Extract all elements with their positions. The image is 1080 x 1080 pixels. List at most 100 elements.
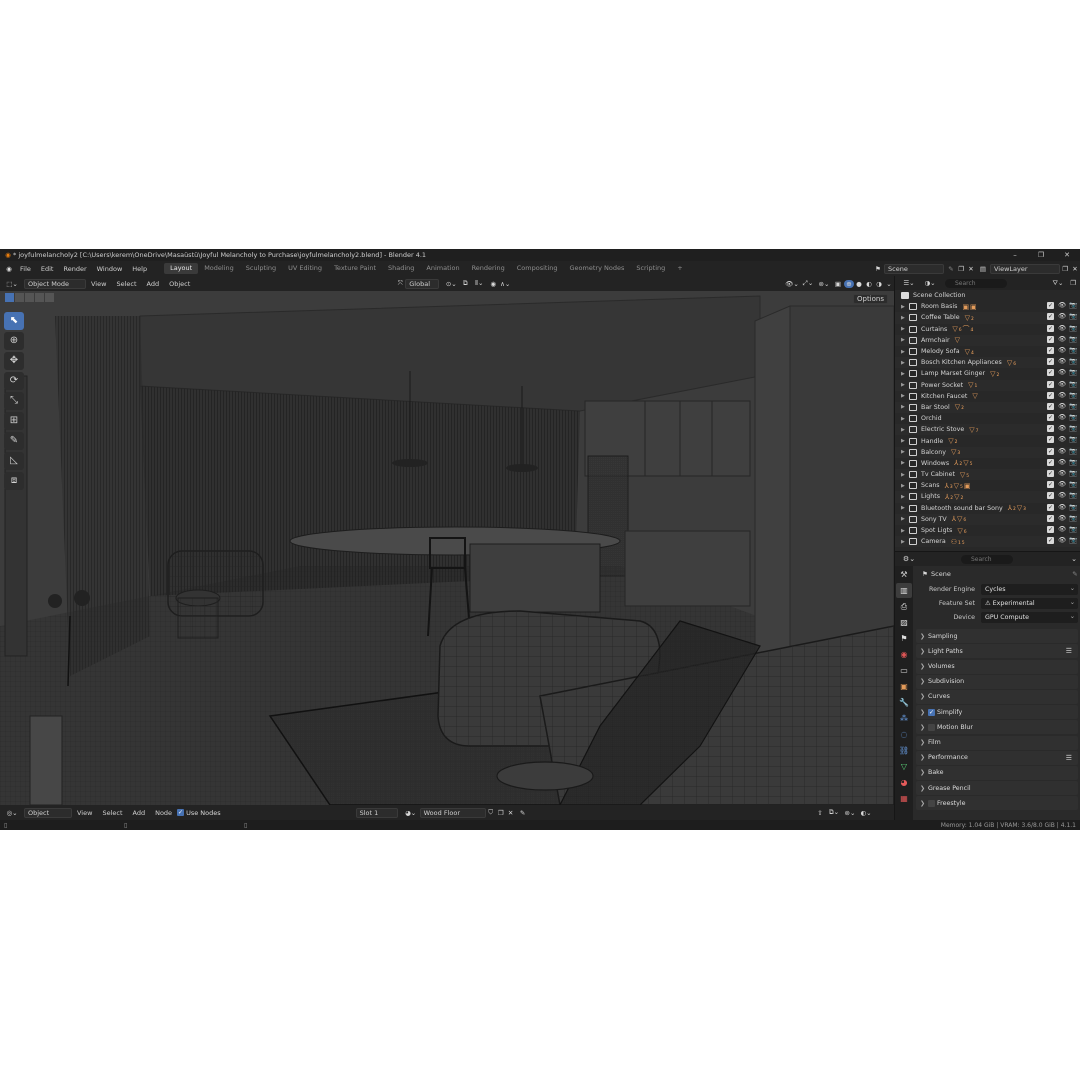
scene-selector[interactable]: Scene: [884, 263, 944, 274]
device-dropdown[interactable]: GPU Compute: [981, 611, 1078, 623]
outliner-item-windows[interactable]: ▶ Windows ⅄₂▽₅ ✓ 👁 📷: [895, 458, 1080, 469]
transform-orientation-selector[interactable]: Global: [405, 278, 440, 289]
exclude-checkbox[interactable]: ✓: [1047, 436, 1054, 444]
panel-film[interactable]: ❯ Film: [916, 735, 1078, 750]
expand-arrow-icon[interactable]: ▶: [901, 416, 909, 422]
workspace-tab-compositing[interactable]: Compositing: [511, 263, 564, 274]
panel-arrow-icon[interactable]: ❯: [920, 769, 928, 776]
snap-node-icon[interactable]: ⧉⌄: [826, 808, 842, 817]
eye-icon[interactable]: 👁: [1058, 335, 1066, 343]
eye-icon[interactable]: 👁: [1058, 324, 1066, 332]
presets-list-icon[interactable]: ☰: [1066, 754, 1072, 762]
eye-icon[interactable]: 👁: [1058, 425, 1066, 432]
render-engine-dropdown[interactable]: Cycles: [981, 583, 1078, 595]
shader-type-selector[interactable]: Object: [24, 807, 72, 818]
outliner-item-room-basis[interactable]: ▶ Room Basis ▣▣ ✓ 👁 📷: [895, 301, 1080, 312]
duplicate-material-icon[interactable]: ❐: [496, 809, 506, 817]
scale-tool-icon[interactable]: ⤡: [4, 392, 24, 410]
proportional-editing-icon[interactable]: ◉: [487, 280, 499, 288]
panel-curves[interactable]: ❯ Curves: [916, 689, 1078, 704]
shading-wireframe-icon[interactable]: ⊕: [844, 279, 854, 288]
eye-icon[interactable]: 👁: [1058, 358, 1066, 365]
3d-viewport[interactable]: ⬚⌄ Object Mode View Select Add Object ⤧ …: [0, 276, 894, 805]
exclude-checkbox[interactable]: ✓: [1047, 335, 1054, 343]
measure-tool-icon[interactable]: ◺: [4, 452, 24, 470]
falloff-icon[interactable]: ∧⌄: [499, 280, 511, 288]
scene-tab-icon[interactable]: ⚑: [896, 631, 912, 646]
exclude-checkbox[interactable]: ✓: [1047, 324, 1054, 332]
camera-icon[interactable]: 📷: [1069, 380, 1077, 388]
child-objects-icons[interactable]: ▽: [955, 336, 961, 344]
eye-icon[interactable]: 👁: [1058, 525, 1066, 533]
child-objects-icons[interactable]: ⅄₃▽₅▣: [945, 482, 972, 490]
eye-icon[interactable]: 👁: [1058, 470, 1066, 477]
material-slot-selector[interactable]: Slot 1: [355, 807, 398, 818]
child-objects-icons[interactable]: ▽₃: [951, 448, 961, 456]
camera-icon[interactable]: 📷: [1069, 358, 1077, 365]
expand-arrow-icon[interactable]: ▶: [901, 528, 909, 534]
camera-icon[interactable]: 📷: [1069, 436, 1077, 443]
expand-arrow-icon[interactable]: ▶: [901, 349, 909, 355]
viewport-menu-add[interactable]: Add: [142, 280, 165, 288]
transform-tool-icon[interactable]: ⊞: [4, 412, 24, 430]
shading-options-icon[interactable]: ⌄: [884, 280, 894, 288]
options-button[interactable]: Options: [852, 294, 888, 304]
expand-arrow-icon[interactable]: ▶: [901, 494, 909, 500]
child-objects-icons[interactable]: ▽: [972, 392, 978, 400]
select-box-tool-icon[interactable]: ⬉: [4, 312, 24, 330]
expand-arrow-icon[interactable]: ▶: [901, 382, 909, 388]
properties-editor-type-icon[interactable]: ⚙⌄: [901, 555, 917, 563]
outliner-item-tv-cabinet[interactable]: ▶ Tv Cabinet ▽₅ ✓ 👁 📷: [895, 469, 1080, 481]
panel-grease-pencil[interactable]: ❯ Grease Pencil: [916, 781, 1078, 796]
maximize-button[interactable]: ❐: [1028, 251, 1054, 259]
viewport-menu-view[interactable]: View: [86, 280, 111, 288]
tool-tab-icon[interactable]: ⚒: [896, 567, 912, 582]
exclude-checkbox[interactable]: ✓: [1047, 380, 1054, 388]
menu-help[interactable]: Help: [127, 265, 152, 273]
pivot-point-icon[interactable]: ⊙⌄: [443, 280, 459, 288]
eye-icon[interactable]: 👁: [1058, 369, 1066, 376]
child-objects-icons[interactable]: ⚇₁₅: [951, 538, 966, 546]
properties-options-icon[interactable]: ⌄: [1068, 555, 1080, 563]
child-objects-icons[interactable]: ▽₄: [965, 348, 975, 356]
child-objects-icons[interactable]: ⅄₂▽₅: [954, 459, 973, 467]
child-objects-icons[interactable]: ▽₂: [990, 370, 1000, 378]
eye-icon[interactable]: 👁: [1058, 414, 1066, 421]
menu-render[interactable]: Render: [58, 265, 91, 273]
camera-icon[interactable]: 📷: [1069, 492, 1077, 499]
child-objects-icons[interactable]: ⅄▽₆: [952, 515, 967, 523]
annotate-tool-icon[interactable]: ✎: [4, 432, 24, 450]
eye-icon[interactable]: 👁: [1058, 436, 1066, 443]
outliner-item-lights[interactable]: ▶ Lights ⅄₂▽₂ ✓ 👁 📷: [895, 491, 1080, 503]
outliner-item-armchair[interactable]: ▶ Armchair ▽ ✓ 👁 📷: [895, 334, 1080, 346]
outliner-item-bosch-kitchen-appliances[interactable]: ▶ Bosch Kitchen Appliances ▽₆ ✓ 👁 📷: [895, 357, 1080, 369]
panel-arrow-icon[interactable]: ❯: [920, 800, 928, 807]
panel-arrow-icon[interactable]: ❯: [920, 693, 928, 700]
outliner-item-sony-tv[interactable]: ▶ Sony TV ⅄▽₆ ✓ 👁 📷: [895, 513, 1080, 525]
mode-selector[interactable]: Object Mode: [24, 278, 86, 289]
camera-icon[interactable]: 📷: [1069, 402, 1077, 410]
expand-arrow-icon[interactable]: ▶: [901, 315, 909, 321]
panel-arrow-icon[interactable]: ❯: [920, 754, 928, 761]
camera-icon[interactable]: 📷: [1069, 335, 1077, 343]
eye-icon[interactable]: 👁: [1058, 346, 1066, 354]
physics-tab-icon[interactable]: ◌: [896, 727, 912, 742]
child-objects-icons[interactable]: ▽₅: [960, 471, 970, 479]
exclude-checkbox[interactable]: ✓: [1047, 503, 1054, 511]
child-objects-icons[interactable]: ▽₁: [968, 381, 978, 389]
outliner-item-coffee-table[interactable]: ▶ Coffee Table ▽₂ ✓ 👁 📷: [895, 312, 1080, 324]
expand-arrow-icon[interactable]: ▶: [901, 393, 909, 399]
camera-icon[interactable]: 📷: [1069, 313, 1077, 320]
camera-icon[interactable]: 📷: [1069, 470, 1077, 477]
shader-editor-type-icon[interactable]: ◎⌄: [4, 809, 20, 817]
outliner-item-lamp-marset-ginger[interactable]: ▶ Lamp Marset Ginger ▽₂ ✓ 👁 📷: [895, 368, 1080, 379]
child-objects-icons[interactable]: ▽₇: [969, 426, 979, 434]
pin-icon[interactable]: ✎: [516, 809, 530, 817]
outliner-item-bar-stool[interactable]: ▶ Bar Stool ▽₂ ✓ 👁 📷: [895, 401, 1080, 414]
presets-list-icon[interactable]: ☰: [1066, 647, 1072, 655]
eye-icon[interactable]: 👁: [1058, 313, 1066, 320]
eye-icon[interactable]: 👁: [1058, 458, 1066, 466]
constraints-tab-icon[interactable]: ⛓: [896, 743, 912, 758]
gizmo-icon[interactable]: ⤢⌄: [800, 279, 816, 288]
viewport-menu-object[interactable]: Object: [164, 280, 195, 288]
